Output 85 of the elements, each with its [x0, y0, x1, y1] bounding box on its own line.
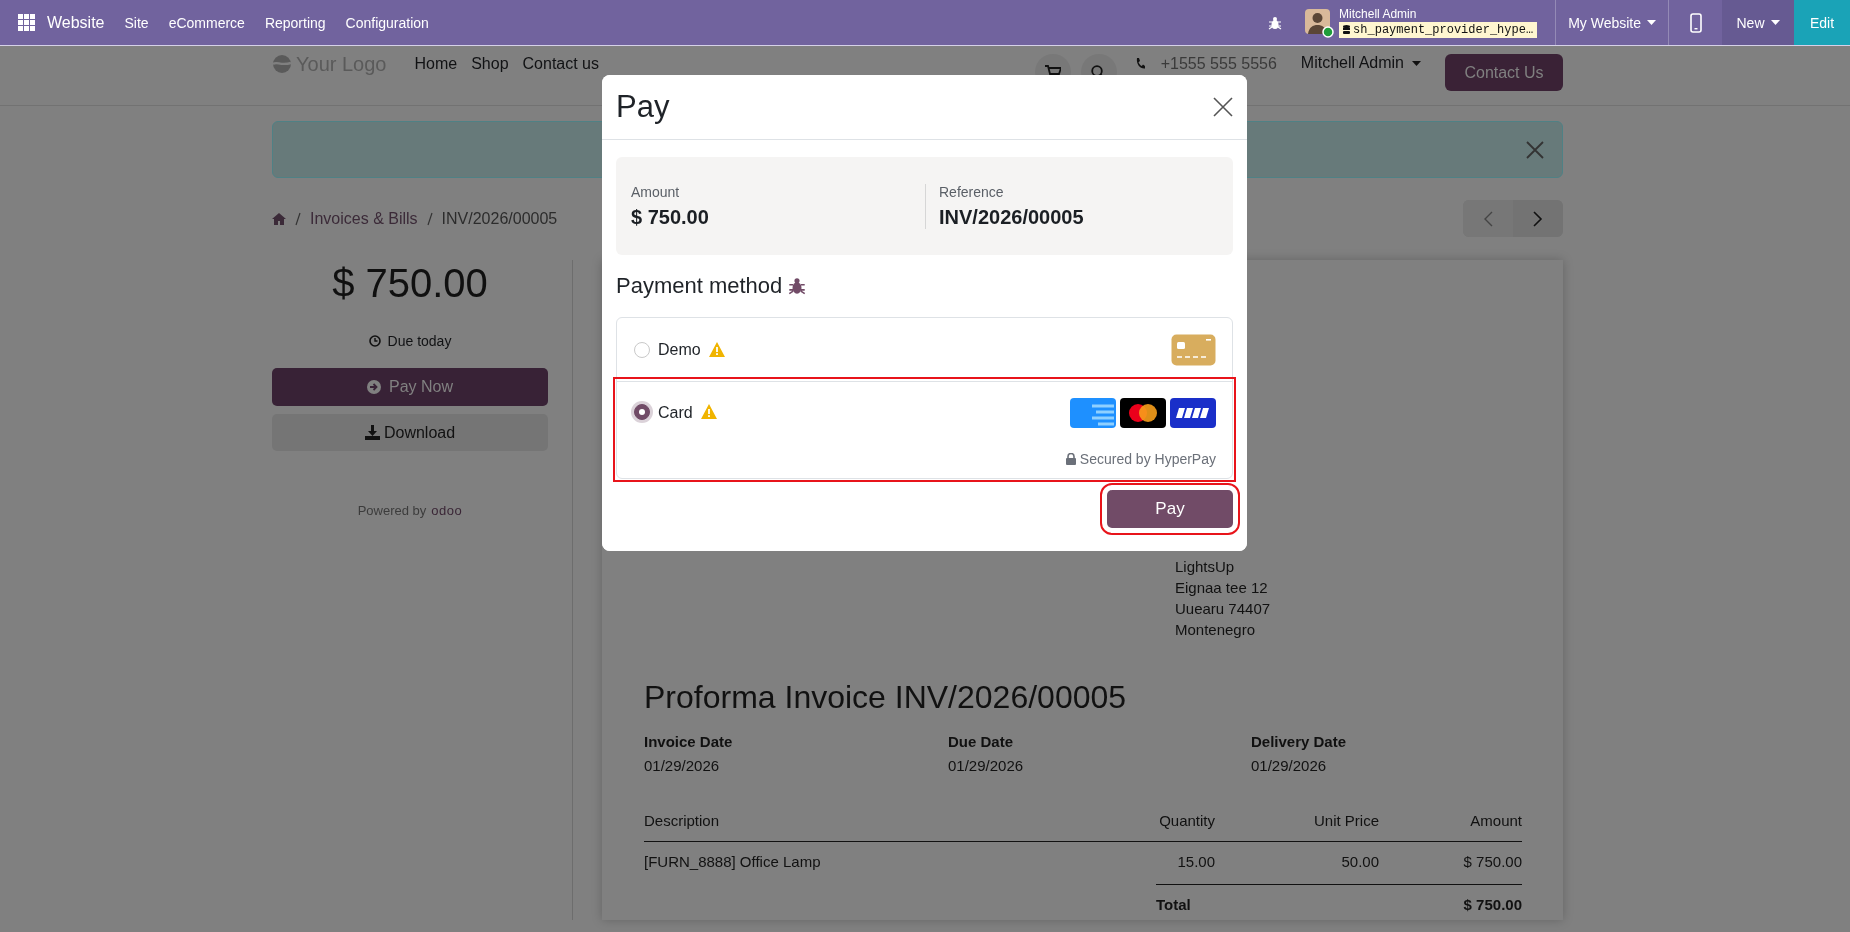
phone-icon — [1689, 12, 1702, 33]
menu-item[interactable]: Configuration — [335, 0, 439, 45]
due-date-text: Due today — [387, 332, 452, 351]
user-name: Mitchell Admin — [1339, 7, 1418, 21]
clock-icon — [368, 335, 381, 347]
radio-button[interactable] — [634, 404, 650, 420]
date-label: Due Date — [948, 732, 1015, 752]
address-line: Eignaa tee 12 — [1175, 578, 1269, 598]
reference-value: INV/2026/00005 — [939, 205, 1085, 229]
close-icon — [1526, 140, 1544, 159]
user-menu[interactable]: Mitchell Admin — [1300, 54, 1421, 72]
section-title: Payment method — [616, 272, 783, 300]
payment-option[interactable]: Demo — [617, 318, 1232, 381]
slash-icon — [295, 211, 301, 226]
column-header: Description — [644, 811, 1095, 842]
mastercard-icon — [1120, 398, 1166, 428]
total-value: $ 750.00 — [1463, 895, 1522, 915]
dialog-title: Pay — [616, 89, 670, 125]
close-icon — [1213, 97, 1233, 117]
pay-now-button[interactable]: Pay Now — [272, 368, 548, 406]
database-icon — [1343, 25, 1351, 34]
payment-option[interactable]: Card Secured by HyperPay — [617, 381, 1232, 478]
nav-link[interactable]: Shop — [471, 55, 509, 73]
date-label: Invoice Date — [644, 732, 734, 752]
chevron-right-icon — [1533, 210, 1543, 227]
date-value: 01/29/2026 — [948, 756, 1025, 776]
secured-note: Secured by HyperPay — [1079, 451, 1216, 467]
phone-handset-icon — [1134, 57, 1145, 71]
column-header: Amount — [1379, 811, 1522, 842]
breadcrumb-link[interactable]: Invoices & Bills — [310, 209, 418, 228]
apps-grid-icon[interactable] — [18, 14, 35, 31]
slash-icon — [426, 211, 433, 226]
amount-due: $ 750.00 — [331, 260, 489, 306]
lock-icon — [1065, 453, 1076, 465]
logo-icon — [272, 54, 292, 74]
column-header: Quantity — [1095, 811, 1215, 842]
app-name: Website — [47, 13, 105, 32]
bug-icon[interactable] — [1268, 15, 1283, 30]
address-line: Uuearu 74407 — [1175, 599, 1272, 619]
caret-icon — [1770, 20, 1780, 25]
new-button[interactable]: New — [1722, 0, 1794, 45]
address-line: LightsUp — [1175, 557, 1236, 577]
home-icon[interactable] — [272, 212, 286, 225]
generic-card-icon — [1171, 333, 1216, 366]
arrow-circle-icon — [367, 380, 381, 394]
chevron-left-icon — [1483, 210, 1493, 227]
warning-icon — [700, 404, 717, 419]
caret-icon — [1647, 20, 1656, 25]
avatar-icon[interactable] — [1304, 7, 1335, 38]
download-button[interactable]: Download — [272, 414, 548, 451]
amount-label: Amount — [631, 183, 681, 200]
nav-link[interactable]: Contact us — [522, 55, 599, 73]
database-name: sh_payment_provider_hype… — [1339, 21, 1538, 38]
nav-link[interactable]: Home — [414, 55, 458, 73]
address-line: Montenegro — [1175, 620, 1257, 640]
date-label: Delivery Date — [1251, 732, 1348, 752]
menu-item[interactable]: Site — [114, 0, 159, 45]
download-icon — [364, 425, 380, 440]
breadcrumb-current: INV/2026/00005 — [441, 209, 558, 228]
column-header: Unit Price — [1215, 811, 1379, 842]
close-button[interactable] — [1213, 97, 1233, 117]
menu-item[interactable]: Reporting — [254, 0, 336, 45]
card-lines-icon — [1070, 398, 1116, 428]
table-cell-text: $ 750.00 — [1462, 852, 1522, 872]
edit-button[interactable]: Edit — [1794, 0, 1850, 45]
next-button[interactable] — [1513, 200, 1563, 237]
table-cell-text: [FURN_8888] Office Lamp — [644, 852, 822, 872]
odoo-logo[interactable]: odoo — [431, 501, 463, 521]
phone-number: +1555 555 5556 — [1160, 55, 1277, 73]
powered-by-text: Powered by — [357, 502, 427, 520]
date-value: 01/29/2026 — [1251, 756, 1328, 776]
website-switcher[interactable]: My Website — [1555, 0, 1668, 45]
menu-item[interactable]: eCommerce — [158, 0, 255, 45]
table-cell-text: 15.00 — [1176, 852, 1215, 872]
date-value: 01/29/2026 — [644, 756, 721, 776]
bug-icon — [788, 277, 807, 295]
reference-label: Reference — [939, 183, 1005, 200]
card-stripes-icon — [1170, 398, 1216, 428]
warning-icon — [708, 342, 725, 357]
amount-value: $ 750.00 — [631, 205, 710, 229]
table-cell-text: 50.00 — [1340, 852, 1379, 872]
invoice-title: Proforma Invoice INV/2026/00005 — [644, 678, 1128, 717]
caret-icon — [1412, 60, 1421, 66]
contact-us-button[interactable]: Contact Us — [1445, 54, 1563, 91]
total-label: Total — [1156, 895, 1191, 915]
